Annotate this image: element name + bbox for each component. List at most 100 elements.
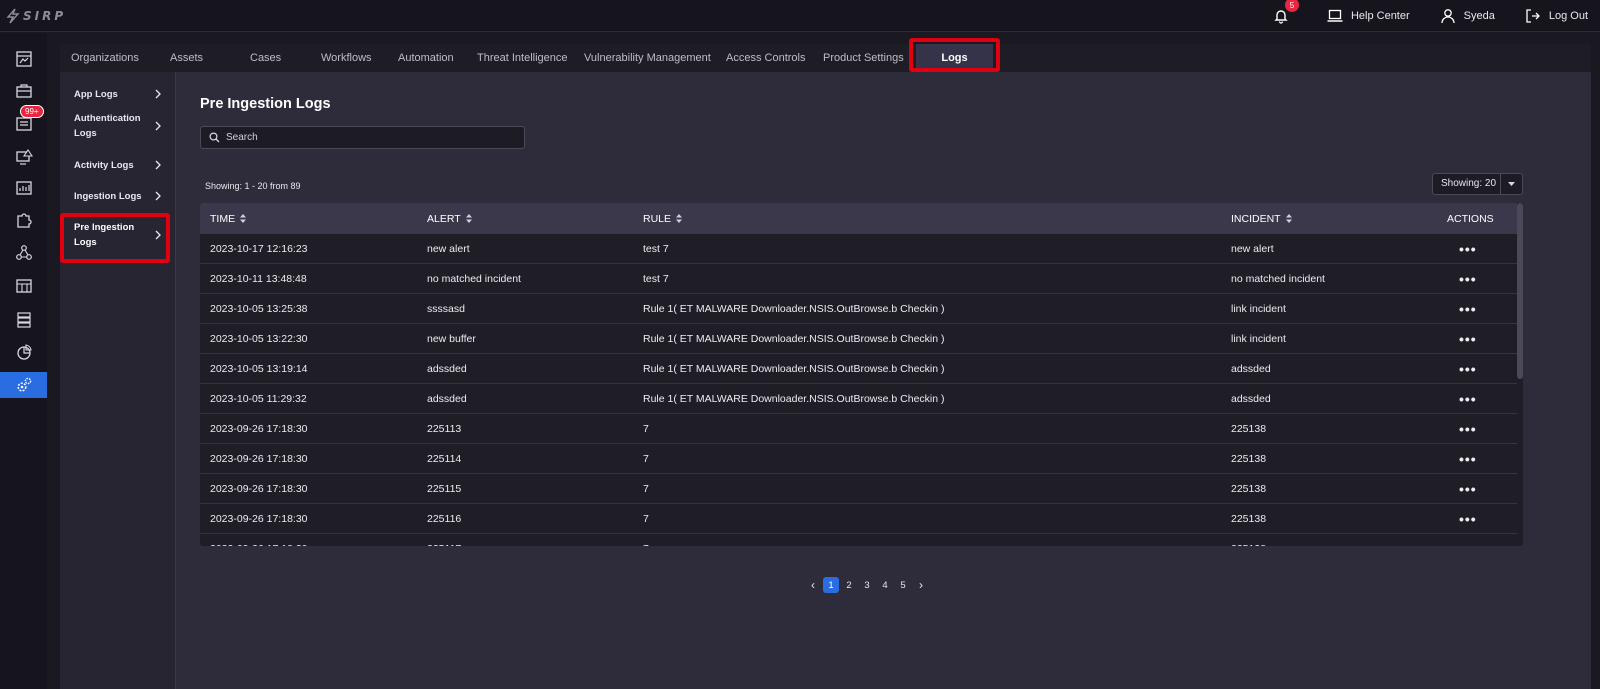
pagination-prev-icon[interactable]: ‹ (805, 577, 821, 593)
row-actions-menu-icon[interactable]: ••• (1459, 504, 1477, 534)
table-row[interactable]: 2023-09-26 17:18:30 225117 7 225138 ••• (200, 534, 1517, 546)
subnav-authentication-logs[interactable]: Authentication Logs (60, 110, 176, 142)
subnav-activity-logs[interactable]: Activity Logs (60, 151, 176, 179)
row-actions-menu-icon[interactable]: ••• (1459, 474, 1477, 504)
rail-integrations[interactable] (0, 207, 47, 233)
table-row[interactable]: 2023-10-05 13:22:30 new buffer Rule 1( ET … (200, 324, 1517, 354)
cell-alert: 225115 (427, 483, 462, 495)
tab-automation[interactable]: Automation (398, 44, 454, 72)
column-header-time[interactable]: TIME (210, 203, 247, 234)
cell-time: 2023-10-05 11:29:32 (210, 393, 307, 405)
help-center-button[interactable]: Help Center (1327, 9, 1410, 23)
tab-threat-intelligence[interactable]: Threat Intelligence (477, 44, 568, 72)
row-actions-menu-icon[interactable]: ••• (1459, 444, 1477, 474)
tab-vulnerability-management[interactable]: Vulnerability Management (584, 44, 711, 72)
row-actions-menu-icon[interactable]: ••• (1459, 294, 1477, 324)
tab-access-controls[interactable]: Access Controls (726, 44, 805, 72)
cell-alert: new buffer (427, 333, 476, 345)
pagination-page-1[interactable]: 1 (823, 577, 839, 593)
cell-incident: link incident (1231, 333, 1286, 345)
alerts-count-badge: 99+ (20, 105, 44, 118)
bell-icon: 5 (1271, 0, 1299, 26)
table-row[interactable]: 2023-09-26 17:18:30 225116 7 225138 ••• (200, 504, 1517, 534)
row-actions-menu-icon[interactable]: ••• (1459, 354, 1477, 384)
column-header-alert[interactable]: ALERT (427, 203, 472, 234)
rail-settings[interactable] (0, 372, 47, 398)
table-row[interactable]: 2023-09-26 17:18:30 225114 7 225138 ••• (200, 444, 1517, 474)
notifications-button[interactable]: 5 (1271, 0, 1299, 26)
chevron-down-icon (1501, 181, 1522, 187)
rail-alerts[interactable]: 99+ (0, 105, 47, 137)
rail-network[interactable] (0, 240, 47, 266)
search-box[interactable] (200, 126, 525, 149)
pagination-page-4[interactable]: 4 (877, 577, 893, 593)
cell-time: 2023-09-26 17:18:30 (210, 534, 308, 546)
table-row[interactable]: 2023-10-05 13:25:38 ssssasd Rule 1( ET MAL… (200, 294, 1517, 324)
cell-incident: adssded (1231, 363, 1271, 375)
tab-product-settings[interactable]: Product Settings (823, 44, 904, 72)
network-icon (15, 245, 32, 260)
pagination-page-5[interactable]: 5 (895, 577, 911, 593)
row-actions-menu-icon[interactable]: ••• (1459, 534, 1477, 546)
row-actions-menu-icon[interactable]: ••• (1459, 324, 1477, 354)
row-actions-menu-icon[interactable]: ••• (1459, 414, 1477, 444)
cell-incident: 225138 (1231, 423, 1267, 435)
settings-gears-icon (16, 377, 31, 392)
analytics-icon (15, 181, 32, 195)
tab-logs[interactable]: Logs (916, 44, 993, 72)
cell-incident: 225138 (1231, 513, 1267, 525)
page-size-select[interactable]: Showing: 20 (1432, 173, 1523, 195)
database-icon (16, 312, 31, 328)
table-row[interactable]: 2023-09-26 17:18:30 225115 7 225138 ••• (200, 474, 1517, 504)
cell-alert: no matched incident (427, 273, 521, 285)
table-row[interactable]: 2023-10-05 13:19:14 adssded Rule 1( ET MAL… (200, 354, 1517, 384)
search-icon (209, 132, 220, 143)
cell-alert: ssssasd (427, 303, 465, 315)
logo[interactable]: SIRP (6, 7, 66, 25)
cell-alert: 225114 (427, 453, 462, 465)
user-icon (1441, 9, 1455, 24)
rail-monitor[interactable] (0, 144, 47, 170)
subnav-app-logs[interactable]: App Logs (60, 79, 176, 109)
user-menu[interactable]: Syeda (1440, 8, 1495, 24)
subnav-ingestion-logs[interactable]: Ingestion Logs (60, 182, 176, 210)
table-scrollbar[interactable] (1517, 203, 1523, 546)
table-row[interactable]: 2023-10-05 11:29:32 adssded Rule 1( ET MAL… (200, 384, 1517, 414)
search-input[interactable] (226, 132, 506, 143)
table-row[interactable]: 2023-10-17 12:16:23 new alert test 7 new al… (200, 234, 1517, 264)
cell-time: 2023-09-26 17:18:30 (210, 513, 308, 525)
rail-analytics[interactable] (0, 175, 47, 201)
top-actions: 5 Help Center Syeda Log Out (1241, 0, 1588, 32)
calendar-grid-icon (15, 279, 32, 293)
rail-database[interactable] (0, 307, 47, 333)
table-row[interactable]: 2023-09-26 17:18:30 225113 7 225138 ••• (200, 414, 1517, 444)
pagination-next-icon[interactable]: › (913, 577, 929, 593)
cell-time: 2023-10-17 12:16:23 (210, 243, 308, 255)
cell-alert: 225116 (427, 513, 462, 525)
rail-calendar[interactable] (0, 273, 47, 299)
cell-rule: test 7 (643, 273, 669, 285)
tab-organizations[interactable]: Organizations (71, 44, 139, 72)
row-actions-menu-icon[interactable]: ••• (1459, 384, 1477, 414)
tab-assets[interactable]: Assets (170, 44, 203, 72)
pagination-page-2[interactable]: 2 (841, 577, 857, 593)
subnav-pre-ingestion-logs[interactable]: Pre Ingestion Logs (60, 219, 176, 251)
table-scrollbar-thumb[interactable] (1517, 203, 1523, 379)
pagination-page-3[interactable]: 3 (859, 577, 875, 593)
column-header-incident[interactable]: INCIDENT (1231, 203, 1292, 234)
cell-time: 2023-10-05 13:19:14 (210, 363, 308, 375)
tab-workflows[interactable]: Workflows (321, 44, 372, 72)
cell-time: 2023-09-26 17:18:30 (210, 423, 308, 435)
cell-rule: 7 (643, 513, 649, 525)
tab-cases[interactable]: Cases (250, 44, 281, 72)
table-row[interactable]: 2023-10-11 13:48:48 no matched incident te… (200, 264, 1517, 294)
logout-button[interactable]: Log Out (1525, 8, 1588, 24)
rail-cases[interactable] (0, 78, 47, 104)
row-actions-menu-icon[interactable]: ••• (1459, 234, 1477, 264)
page-title: Pre Ingestion Logs (200, 96, 331, 112)
row-actions-menu-icon[interactable]: ••• (1459, 264, 1477, 294)
rail-dashboard[interactable] (0, 46, 47, 72)
column-header-rule[interactable]: RULE (643, 203, 683, 234)
sort-icon (676, 214, 683, 223)
rail-reports[interactable] (0, 339, 47, 365)
